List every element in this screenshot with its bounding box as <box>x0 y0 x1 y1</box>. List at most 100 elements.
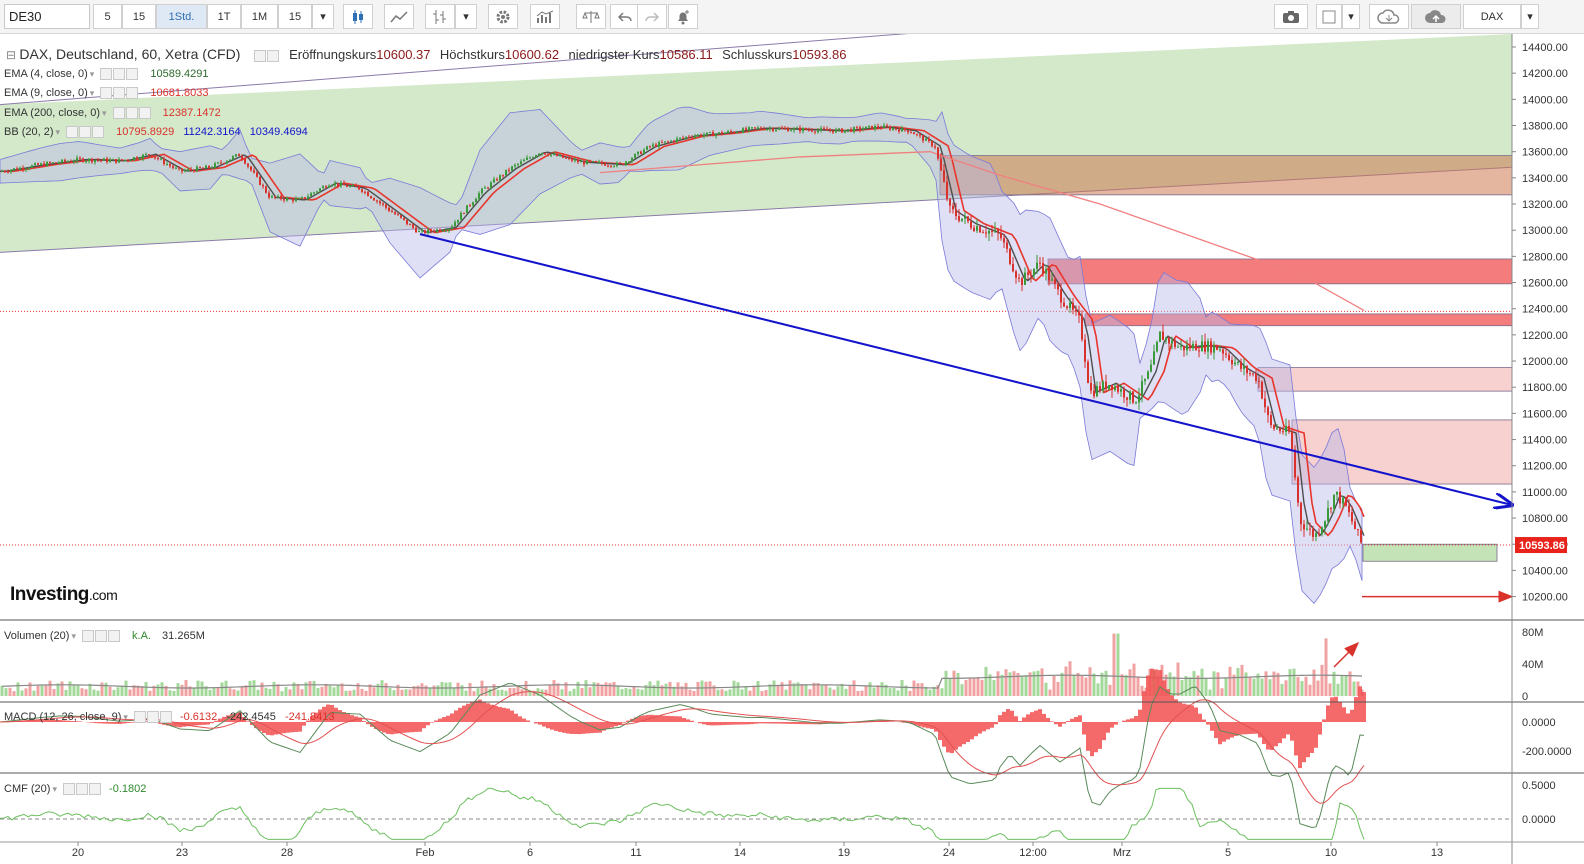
macd-histogram-bar <box>286 722 290 733</box>
interval-1h-button[interactable]: 1Std. <box>156 4 207 29</box>
candle-body <box>601 161 603 164</box>
candle-body <box>157 158 159 160</box>
candle-body <box>172 165 174 168</box>
volume-bar <box>192 688 196 696</box>
line-chart-button[interactable] <box>384 4 414 29</box>
volume-bar <box>728 689 732 696</box>
candle-body <box>307 196 309 199</box>
settings-icon[interactable] <box>113 87 126 100</box>
candle-body <box>448 228 450 231</box>
close-icon[interactable] <box>159 711 172 724</box>
candle-body <box>148 154 150 156</box>
interval-1m-button[interactable]: 1M <box>241 4 278 29</box>
macd-histogram-bar <box>1058 722 1062 727</box>
compare-button[interactable] <box>576 4 606 29</box>
macd-histogram-bar <box>278 722 282 734</box>
candle-body <box>988 230 990 234</box>
macd-histogram-bar <box>1198 713 1202 722</box>
time-tick-label: 23 <box>176 847 188 859</box>
interval-15m-button[interactable]: 15 <box>122 4 156 29</box>
volume-bar <box>732 680 736 696</box>
candle-body <box>673 140 675 142</box>
candle-body <box>127 159 129 161</box>
layout-dropdown[interactable]: ▾ <box>1342 4 1360 29</box>
interval-1d-button[interactable]: 1T <box>207 4 241 29</box>
macd-histogram-bar <box>958 722 962 747</box>
candle-body <box>1210 341 1212 353</box>
close-icon[interactable] <box>107 630 120 643</box>
settings-icon[interactable] <box>94 630 107 643</box>
visibility-icon[interactable] <box>112 107 125 120</box>
candle-body <box>277 196 279 198</box>
volume-bar <box>1244 672 1248 696</box>
logo-main: Investing <box>10 584 89 605</box>
interval-5m-button[interactable]: 5 <box>93 4 122 29</box>
close-icon[interactable] <box>138 107 151 120</box>
bar-type-button[interactable] <box>425 4 455 29</box>
volume-bar <box>608 683 612 696</box>
candle-body <box>868 125 870 127</box>
candle-body <box>433 231 435 233</box>
interval-custom-button[interactable]: 15 <box>278 4 312 29</box>
close-icon[interactable] <box>126 87 139 100</box>
settings-icon[interactable] <box>113 68 126 81</box>
visibility-icon[interactable] <box>66 126 79 139</box>
visibility-icon[interactable] <box>62 783 75 796</box>
layout-button[interactable] <box>1316 4 1342 29</box>
settings-icon[interactable] <box>146 711 159 724</box>
volume-bar <box>1040 668 1044 696</box>
visibility-icon[interactable] <box>100 87 113 100</box>
macd-histogram-bar <box>798 722 802 725</box>
close-icon[interactable] <box>88 783 101 796</box>
settings-button[interactable] <box>488 4 518 29</box>
candle-body <box>124 159 126 161</box>
cmf-legend: CMF (20) ▾ -0.1802 <box>4 783 147 796</box>
volume-bar <box>396 684 400 696</box>
macd-histogram-bar <box>754 722 758 724</box>
volume-bar <box>496 689 500 696</box>
candle-body <box>1225 353 1227 355</box>
symbol-input[interactable]: DE30 <box>4 4 90 29</box>
volume-bar <box>952 670 956 696</box>
visibility-icon[interactable] <box>81 630 94 643</box>
volume-bar <box>948 678 952 696</box>
close-icon[interactable] <box>92 126 105 139</box>
screenshot-button[interactable] <box>1274 4 1308 29</box>
visibility-icon[interactable] <box>133 711 146 724</box>
volume-label: Volumen (20) <box>4 630 70 642</box>
right-symbol-field[interactable]: DAX <box>1463 4 1521 29</box>
candle-body <box>1099 386 1101 391</box>
time-tick-label: 14 <box>734 847 746 859</box>
right-symbol-dropdown[interactable]: ▾ <box>1521 4 1539 29</box>
candle-body <box>1 171 3 173</box>
macd-histogram-bar <box>526 720 530 722</box>
settings-icon[interactable] <box>266 49 279 62</box>
load-chart-button[interactable] <box>1369 4 1409 29</box>
volume-bar <box>984 666 988 696</box>
chart-area[interactable]: 14400.0014200.0014000.0013800.0013600.00… <box>0 34 1584 864</box>
candle-body <box>1024 272 1026 285</box>
visibility-icon[interactable] <box>100 68 113 81</box>
candles-button[interactable] <box>343 4 373 29</box>
bar-type-dropdown[interactable]: ▾ <box>455 4 477 29</box>
redo-button[interactable] <box>637 4 667 29</box>
volume-bar <box>360 688 364 696</box>
settings-icon[interactable] <box>75 783 88 796</box>
alert-button[interactable] <box>668 4 698 29</box>
candle-body <box>379 201 381 204</box>
candle-body <box>991 230 993 232</box>
visibility-icon[interactable] <box>253 49 266 62</box>
candle-body <box>1123 389 1125 398</box>
collapse-icon[interactable]: ⊟ <box>6 48 16 62</box>
indicators-button[interactable] <box>530 4 560 29</box>
close-icon[interactable] <box>126 68 139 81</box>
undo-button[interactable] <box>610 4 640 29</box>
settings-icon[interactable] <box>125 107 138 120</box>
settings-icon[interactable] <box>79 126 92 139</box>
volume-bar <box>472 691 476 696</box>
volume-bar <box>980 679 984 696</box>
interval-dropdown-button[interactable]: ▾ <box>312 4 334 29</box>
save-chart-button[interactable] <box>1411 4 1461 29</box>
ohlc-bars-icon <box>433 9 446 24</box>
volume-bar <box>916 683 920 696</box>
